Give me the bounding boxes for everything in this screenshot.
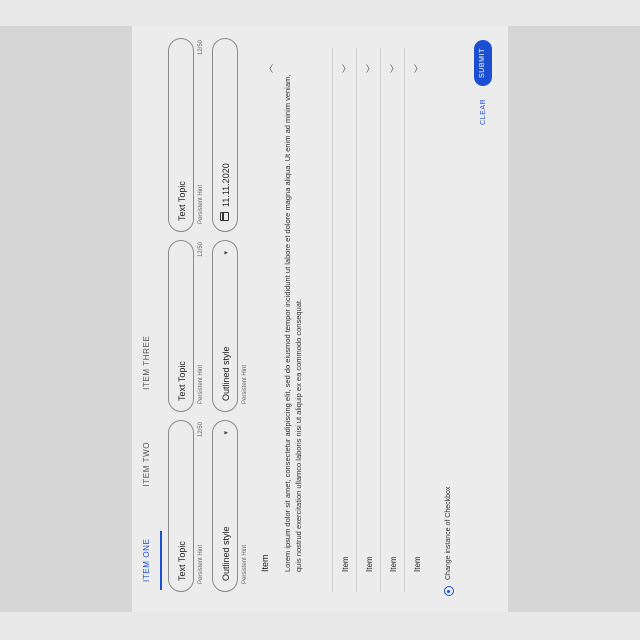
checkbox-label: Change instance of Checkbox [445,486,452,580]
list-item[interactable]: Item ﹀ [380,48,405,592]
form-panel: ITEM ONE ITEM TWO ITEM THREE Text Topic … [132,26,508,612]
text-field-1-counter: 12/50 [198,422,204,438]
tab-item-two[interactable]: ITEM TWO [132,434,160,495]
text-field-2-hint: Persistent Hint [198,364,204,404]
text-field-3-value: Text Topic [177,181,187,221]
list-item-label: Item [365,556,374,572]
select-field-1[interactable]: Outlined style ▾ [212,420,238,592]
bottom-bar [0,612,640,640]
list-item-label: Item [341,556,350,572]
list-item-title[interactable]: Item [260,554,270,572]
text-field-3-hint: Persistent Hint [198,184,204,224]
list-item-label: Item [389,556,398,572]
chevron-up-icon[interactable]: ︿ [262,64,275,73]
list-item[interactable]: Item ﹀ [404,48,429,592]
top-bar [0,0,640,26]
text-field-2[interactable]: Text Topic [168,240,194,412]
text-field-3[interactable]: Text Topic [168,38,194,232]
list-item-label: Item [413,556,422,572]
select-field-1-value: Outlined style [221,526,231,581]
submit-button[interactable]: SUBMIT [474,40,492,86]
chevron-down-icon: ﹀ [366,64,376,74]
text-field-1[interactable]: Text Topic [168,420,194,592]
select-field-1-hint: Persistent Hint [242,544,248,584]
dropdown-arrow-icon: ▾ [223,431,230,435]
tab-item-three[interactable]: ITEM THREE [132,328,160,398]
background-right [508,26,640,612]
text-field-2-counter: 12/50 [198,242,204,258]
form-card: ITEM ONE ITEM TWO ITEM THREE Text Topic … [132,26,508,612]
chevron-down-icon: ﹀ [414,64,424,74]
date-field[interactable]: 11.11.2020 [212,38,238,232]
list-item-body: Lorem ipsum dolor sit amet, consectetur … [283,74,303,572]
text-field-1-hint: Persistent Hint [198,544,204,584]
text-field-3-counter: 12/50 [198,40,204,56]
expansion-list: Item ︿ Lorem ipsum dolor sit amet, conse… [250,48,429,592]
tab-item-one[interactable]: ITEM ONE [132,530,162,590]
tab-bar: ITEM ONE ITEM TWO ITEM THREE [132,292,162,590]
radio-selected-icon[interactable] [444,586,454,596]
chevron-down-icon: ﹀ [342,64,352,74]
dropdown-arrow-icon: ▾ [223,251,230,255]
list-item[interactable]: Item ﹀ [332,48,357,592]
clear-button[interactable]: CLEAR [480,99,487,125]
calendar-icon [220,212,229,221]
chevron-down-icon: ﹀ [390,64,400,74]
date-field-value: 11.11.2020 [221,163,231,207]
select-field-2[interactable]: Outlined style ▾ [212,240,238,412]
text-field-2-value: Text Topic [177,361,187,401]
select-field-2-hint: Persistent Hint [242,364,248,404]
select-field-2-value: Outlined style [221,346,231,401]
text-field-1-value: Text Topic [177,541,187,581]
background-left [0,26,132,612]
list-item[interactable]: Item ﹀ [356,48,381,592]
